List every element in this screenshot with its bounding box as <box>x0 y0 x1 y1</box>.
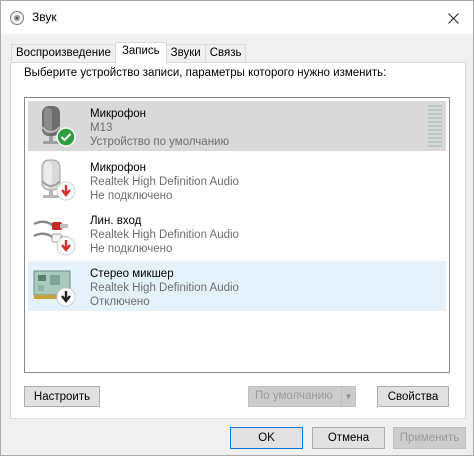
set-default-label: По умолчанию <box>255 390 333 402</box>
device-item-microphone-realtek[interactable]: Микрофон Realtek High Definition Audio Н… <box>28 155 446 205</box>
device-name: Микрофон <box>90 162 147 174</box>
title-bar: Звук <box>1 1 473 34</box>
properties-button[interactable]: Свойства <box>377 386 449 407</box>
chevron-down-icon[interactable]: ▼ <box>341 387 355 406</box>
ok-button[interactable]: OK <box>230 427 303 449</box>
device-name: Лин. вход <box>90 215 142 227</box>
device-status: Отключено <box>90 296 150 308</box>
level-meter <box>428 105 442 147</box>
device-status: Не подключено <box>90 190 173 202</box>
sound-dialog: Звук Воспроизведение Запись Звуки Связь … <box>0 0 474 456</box>
configure-button[interactable]: Настроить <box>24 386 100 407</box>
device-model: M13 <box>90 122 113 134</box>
device-model: Realtek High Definition Audio <box>90 176 239 188</box>
device-item-microphone-m13[interactable]: Микрофон M13 Устройство по умолчанию <box>28 101 446 151</box>
panel-instructions: Выберите устройство записи, параметры ко… <box>24 67 387 79</box>
device-model: Realtek High Definition Audio <box>90 282 239 294</box>
device-status: Не подключено <box>90 243 173 255</box>
recording-device-list[interactable]: Микрофон M13 Устройство по умолчанию Мик… <box>24 97 450 373</box>
device-name: Стерео микшер <box>90 268 174 280</box>
tab-playback[interactable]: Воспроизведение <box>11 44 116 63</box>
device-item-line-in[interactable]: Лин. вход Realtek High Definition Audio … <box>28 208 446 258</box>
recording-panel: Выберите устройство записи, параметры ко… <box>10 62 466 419</box>
apply-button[interactable]: Применить <box>393 427 466 449</box>
close-button[interactable] <box>439 6 467 30</box>
close-icon <box>447 12 459 24</box>
speaker-icon <box>10 11 24 25</box>
tab-strip: Воспроизведение Запись Звуки Связь <box>11 42 247 64</box>
tab-recording[interactable]: Запись <box>114 42 167 64</box>
window-title: Звук <box>32 10 57 24</box>
device-model: Realtek High Definition Audio <box>90 229 239 241</box>
microphone-disconnected-icon <box>41 159 76 201</box>
tab-communications[interactable]: Связь <box>204 44 247 63</box>
microphone-default-icon <box>41 106 76 147</box>
stereo-mix-disabled-icon <box>33 270 76 307</box>
device-status: Устройство по умолчанию <box>90 136 230 148</box>
device-item-stereo-mix[interactable]: Стерео микшер Realtek High Definition Au… <box>28 261 446 311</box>
line-in-disconnected-icon <box>33 220 76 256</box>
tab-sounds[interactable]: Звуки <box>165 44 206 63</box>
device-name: Микрофон <box>90 108 147 120</box>
set-default-button[interactable]: По умолчанию ▼ <box>248 386 356 407</box>
cancel-button[interactable]: Отмена <box>312 427 385 449</box>
